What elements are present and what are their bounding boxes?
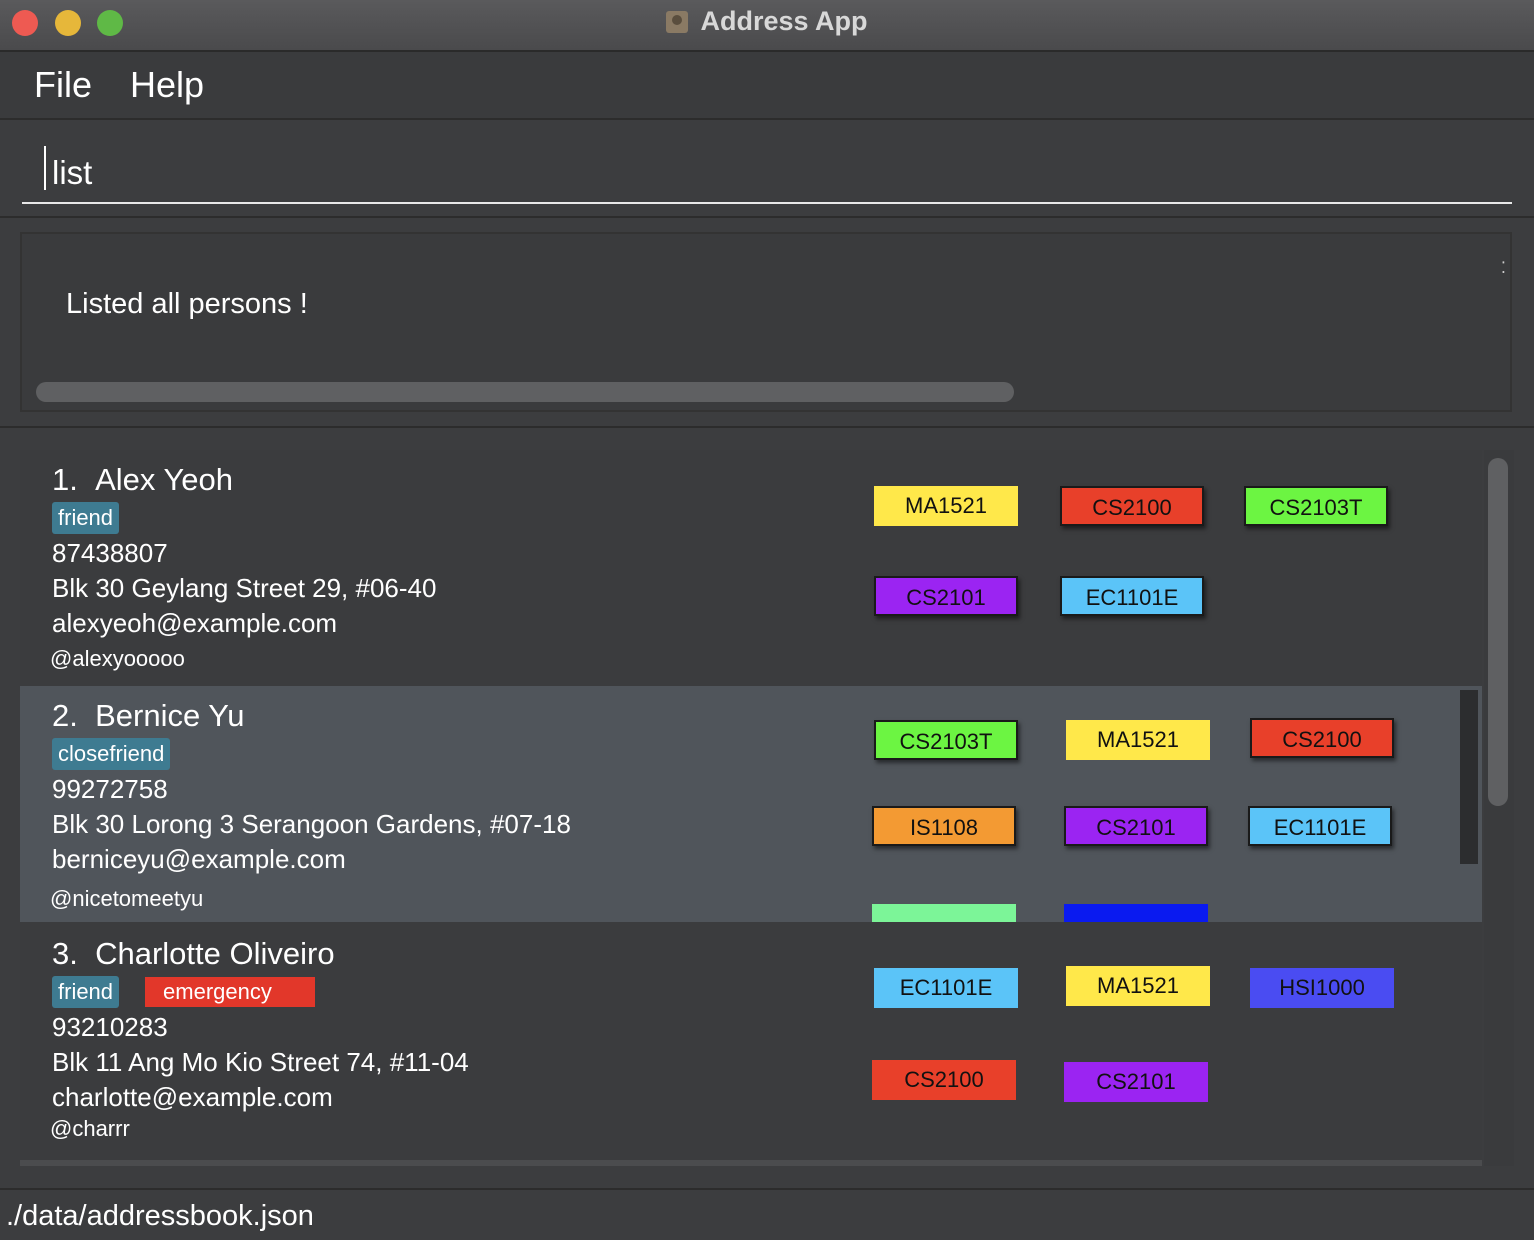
module-badge: CS2101 — [1064, 1062, 1208, 1102]
scroll-indicator-icon: ⁚ — [1500, 260, 1506, 277]
person-address: Blk 30 Lorong 3 Serangoon Gardens, #07-1… — [52, 809, 571, 839]
person-address: Blk 30 Geylang Street 29, #06-40 — [52, 573, 437, 603]
list-bottom-edge — [20, 1160, 1482, 1166]
person-index: 3. — [52, 936, 78, 971]
person-address: Blk 11 Ang Mo Kio Street 74, #11-04 — [52, 1047, 469, 1077]
person-phone: 99272758 — [52, 774, 168, 804]
person-card-selected[interactable]: 2. Bernice Yu closefriend 99272758 Blk 3… — [20, 686, 1482, 922]
person-name-row: 1. Alex Yeoh — [52, 462, 233, 498]
person-card[interactable]: 3. Charlotte Oliveiro friend emergency 93… — [20, 924, 1482, 1160]
module-badge: MA1521 — [1066, 966, 1210, 1006]
list-vertical-scrollbar[interactable] — [1484, 450, 1514, 1166]
person-email: alexyeoh@example.com — [52, 608, 338, 638]
person-tags: closefriend — [52, 738, 196, 770]
module-badge: CS2101 — [1064, 806, 1208, 846]
title-bar: Address App — [0, 0, 1534, 52]
command-input[interactable] — [22, 144, 1512, 204]
person-tags: friend — [52, 502, 145, 534]
card-inner-scrollbar[interactable] — [1460, 690, 1478, 864]
window-title-group: Address App — [0, 6, 1534, 37]
command-box — [0, 120, 1534, 218]
result-pane: Listed all persons ! ⁚ — [0, 218, 1534, 428]
person-name-row: 3. Charlotte Oliveiro — [52, 936, 335, 972]
module-badge: EC1101E — [1060, 576, 1204, 616]
person-handle: @nicetomeetyu — [50, 886, 204, 911]
tag-badge: friend — [52, 976, 120, 1008]
person-list[interactable]: 1. Alex Yeoh friend 87438807 Blk 30 Geyl… — [20, 450, 1482, 1166]
menu-file[interactable]: File — [34, 64, 92, 106]
person-tags: friend emergency — [52, 976, 341, 1008]
text-caret — [44, 146, 46, 190]
tag-badge: friend — [52, 502, 120, 534]
menu-bar: File Help — [0, 52, 1534, 120]
app-window: Address App File Help Listed all persons… — [0, 0, 1534, 1240]
data-file-path: ./data/addressbook.json — [6, 1200, 314, 1232]
result-message: Listed all persons ! — [66, 288, 308, 320]
module-badge: CS2100 — [1060, 486, 1204, 526]
person-handle: @alexyooooo — [50, 646, 185, 671]
module-badge: EC1101E — [874, 968, 1018, 1008]
person-card[interactable]: 1. Alex Yeoh friend 87438807 Blk 30 Geyl… — [20, 450, 1482, 686]
module-badge-partial — [1064, 904, 1208, 922]
tag-badge: emergency — [145, 977, 316, 1007]
person-phone: 93210283 — [52, 1012, 168, 1042]
module-badge-partial — [872, 904, 1016, 922]
person-phone: 87438807 — [52, 538, 168, 568]
app-icon — [666, 11, 689, 33]
module-badge: MA1521 — [1066, 720, 1210, 760]
person-name: Bernice Yu — [95, 698, 245, 733]
window-title: Address App — [700, 6, 868, 36]
module-badge: CS2103T — [1244, 486, 1388, 526]
module-badge: IS1108 — [872, 806, 1016, 846]
module-badge: CS2101 — [874, 576, 1018, 616]
module-badge: CS2103T — [874, 720, 1018, 760]
person-email: charlotte@example.com — [52, 1082, 333, 1112]
person-handle: @charrr — [50, 1116, 130, 1141]
tag-badge: closefriend — [52, 738, 171, 770]
module-badge: CS2100 — [872, 1060, 1016, 1100]
person-name-row: 2. Bernice Yu — [52, 698, 244, 734]
module-badge: CS2100 — [1250, 718, 1394, 758]
result-display[interactable]: Listed all persons ! ⁚ — [20, 232, 1512, 412]
module-badge: MA1521 — [874, 486, 1018, 526]
person-name: Charlotte Oliveiro — [95, 936, 335, 971]
module-badge: HSI1000 — [1250, 968, 1394, 1008]
module-badge: EC1101E — [1248, 806, 1392, 846]
status-bar: ./data/addressbook.json — [0, 1188, 1534, 1240]
result-horizontal-scrollbar[interactable] — [36, 382, 1014, 402]
list-scroll-thumb[interactable] — [1488, 458, 1508, 806]
person-name: Alex Yeoh — [95, 462, 234, 497]
person-list-pane: 1. Alex Yeoh friend 87438807 Blk 30 Geyl… — [0, 428, 1534, 1188]
menu-help[interactable]: Help — [130, 64, 204, 106]
person-index: 1. — [52, 462, 78, 497]
person-email: berniceyu@example.com — [52, 844, 346, 874]
person-index: 2. — [52, 698, 78, 733]
